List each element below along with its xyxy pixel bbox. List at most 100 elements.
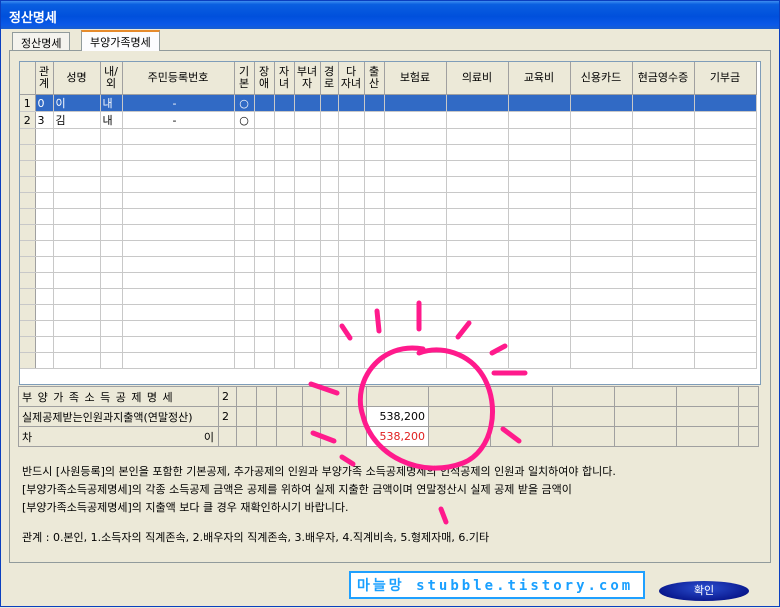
grid-cell[interactable]	[274, 144, 295, 161]
grid-cell[interactable]	[364, 352, 385, 369]
grid-cell[interactable]	[53, 192, 101, 209]
grid-cell[interactable]	[35, 352, 54, 369]
grid-cell[interactable]	[53, 240, 101, 257]
grid-cell[interactable]	[234, 336, 255, 353]
grid-cell[interactable]	[294, 111, 321, 129]
column-header[interactable]: 교육비	[508, 62, 571, 95]
grid-cell[interactable]	[234, 240, 255, 257]
grid-cell[interactable]	[274, 272, 295, 289]
column-header[interactable]: 출 산	[364, 62, 385, 95]
column-header[interactable]: 다 자녀	[338, 62, 365, 95]
grid-cell[interactable]	[35, 256, 54, 273]
grid-cell[interactable]	[274, 304, 295, 321]
grid-cell[interactable]	[694, 176, 757, 193]
grid-cell[interactable]: ○	[234, 111, 255, 129]
grid-cell[interactable]	[446, 144, 509, 161]
grid-cell[interactable]	[338, 336, 365, 353]
column-header[interactable]: 기 본	[234, 62, 255, 95]
grid-cell[interactable]	[35, 304, 54, 321]
tab-settlement[interactable]: 정산명세	[12, 32, 71, 50]
grid-cell[interactable]	[570, 224, 633, 241]
grid-cell[interactable]	[320, 224, 339, 241]
grid-cell[interactable]	[446, 192, 509, 209]
grid-cell[interactable]	[338, 288, 365, 305]
grid-cell[interactable]	[384, 208, 447, 225]
grid-row[interactable]	[20, 304, 757, 321]
grid-cell[interactable]	[632, 111, 695, 129]
grid-cell[interactable]	[384, 94, 447, 112]
grid-cell[interactable]	[632, 288, 695, 305]
grid-cell[interactable]	[234, 208, 255, 225]
grid-cell[interactable]	[122, 336, 235, 353]
grid-cell[interactable]	[570, 208, 633, 225]
grid-cell[interactable]: 내	[100, 94, 123, 112]
grid-cell[interactable]	[320, 288, 339, 305]
grid-cell[interactable]	[508, 304, 571, 321]
grid-cell[interactable]	[570, 320, 633, 337]
grid-cell[interactable]	[100, 128, 123, 145]
grid-cell[interactable]	[694, 304, 757, 321]
grid-cell[interactable]	[122, 224, 235, 241]
column-header[interactable]: 보험료	[384, 62, 447, 95]
grid-cell[interactable]	[508, 256, 571, 273]
grid-cell[interactable]	[294, 272, 321, 289]
grid-cell[interactable]	[338, 176, 365, 193]
grid-cell[interactable]	[632, 144, 695, 161]
grid-cell[interactable]: 김	[53, 111, 101, 129]
grid-cell[interactable]	[100, 272, 123, 289]
grid-cell[interactable]	[384, 272, 447, 289]
grid-cell[interactable]	[122, 272, 235, 289]
grid-cell[interactable]	[100, 256, 123, 273]
grid-cell[interactable]	[35, 288, 54, 305]
grid-cell[interactable]	[53, 272, 101, 289]
grid-cell[interactable]	[632, 304, 695, 321]
grid-cell[interactable]	[694, 111, 757, 129]
grid-cell[interactable]	[100, 336, 123, 353]
grid-cell[interactable]	[294, 176, 321, 193]
grid-cell[interactable]	[320, 336, 339, 353]
grid-cell[interactable]	[570, 192, 633, 209]
grid-row[interactable]: 1 0 이 내 - ○	[20, 94, 757, 112]
grid-cell[interactable]	[100, 224, 123, 241]
grid-cell[interactable]	[364, 94, 385, 112]
grid-cell[interactable]	[570, 256, 633, 273]
grid-row[interactable]	[20, 224, 757, 241]
grid-cell[interactable]	[100, 240, 123, 257]
grid-cell[interactable]	[320, 352, 339, 369]
grid-cell[interactable]	[254, 352, 275, 369]
grid-cell[interactable]	[100, 304, 123, 321]
grid-cell[interactable]	[254, 128, 275, 145]
grid-cell[interactable]	[35, 176, 54, 193]
grid-cell[interactable]	[320, 111, 339, 129]
grid-cell[interactable]	[364, 111, 385, 129]
grid-cell[interactable]	[570, 94, 633, 112]
grid-cell[interactable]	[364, 144, 385, 161]
grid-cell[interactable]	[122, 192, 235, 209]
grid-cell[interactable]	[274, 111, 295, 129]
grid-cell[interactable]	[446, 288, 509, 305]
grid-cell[interactable]	[632, 224, 695, 241]
grid-cell[interactable]	[338, 128, 365, 145]
grid-cell[interactable]	[254, 176, 275, 193]
grid-cell[interactable]	[53, 208, 101, 225]
grid-cell[interactable]	[234, 256, 255, 273]
grid-cell[interactable]	[234, 224, 255, 241]
grid-cell[interactable]	[53, 352, 101, 369]
grid-cell[interactable]	[234, 192, 255, 209]
grid-cell[interactable]	[384, 352, 447, 369]
grid-cell[interactable]	[254, 94, 275, 112]
grid-cell[interactable]	[35, 192, 54, 209]
column-header[interactable]: 자 녀	[274, 62, 295, 95]
grid-cell[interactable]	[122, 352, 235, 369]
grid-row[interactable]	[20, 208, 757, 225]
grid-cell[interactable]	[508, 144, 571, 161]
grid-cell[interactable]	[364, 224, 385, 241]
grid-cell[interactable]	[320, 128, 339, 145]
grid-cell[interactable]	[694, 224, 757, 241]
grid-cell[interactable]	[446, 352, 509, 369]
grid-cell[interactable]	[632, 240, 695, 257]
grid-cell[interactable]	[234, 128, 255, 145]
grid-cell[interactable]	[508, 111, 571, 129]
grid-cell[interactable]	[53, 304, 101, 321]
grid-cell[interactable]	[632, 336, 695, 353]
